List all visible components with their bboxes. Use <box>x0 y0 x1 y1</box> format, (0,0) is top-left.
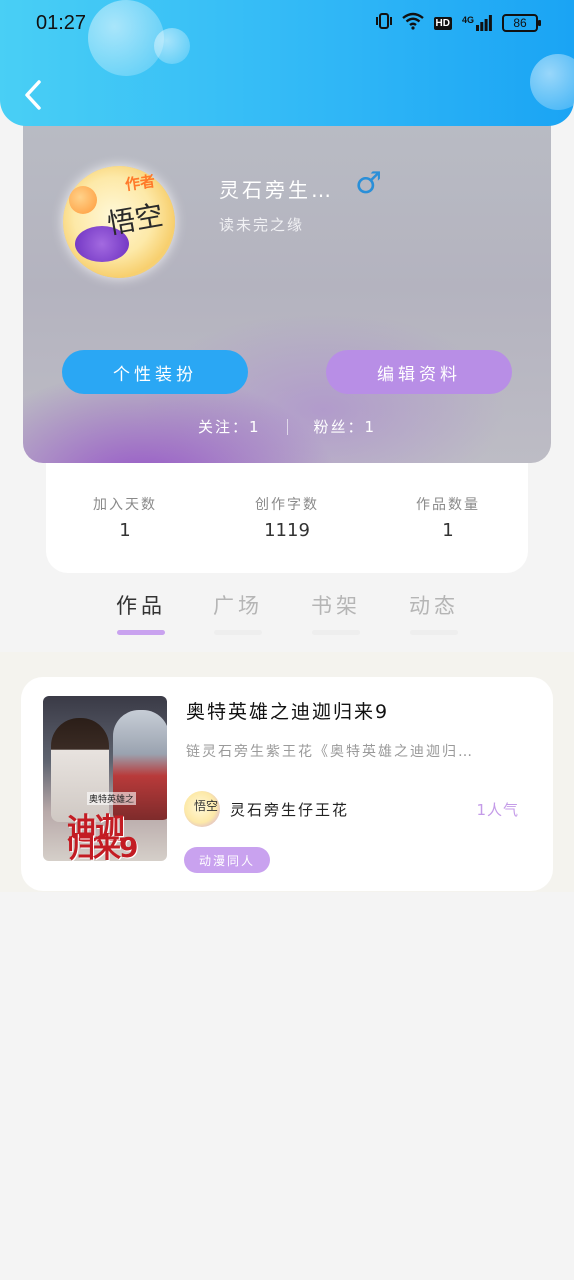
followers-count[interactable]: 粉丝：1 <box>314 416 377 437</box>
stat-value: 1119 <box>264 520 310 541</box>
stat-join-days: 加入天数 1 <box>50 494 200 541</box>
avatar-text: 悟空 <box>104 198 166 241</box>
stat-value: 1 <box>442 520 454 541</box>
stat-word-count: 创作字数 1119 <box>212 494 362 541</box>
author-avatar[interactable]: 悟空 <box>184 791 220 827</box>
author-badge: 作者 <box>123 171 157 194</box>
author-name[interactable]: 灵石旁生仔王花 <box>230 799 349 820</box>
tab-indicator <box>410 630 458 635</box>
status-time: 01:27 <box>36 12 87 34</box>
wifi-icon <box>401 12 424 34</box>
signal-icon: 4G <box>462 15 492 31</box>
popularity: 1人气 <box>476 801 519 819</box>
stat-label: 创作字数 <box>255 497 319 513</box>
work-title[interactable]: 奥特英雄之迪迦归来9 <box>186 697 389 724</box>
status-icons: HD 4G 86 <box>375 12 541 34</box>
following-count[interactable]: 关注：1 <box>198 416 261 437</box>
cover-title-line: 归来9 <box>67 831 138 861</box>
decorative-bubble <box>154 28 190 64</box>
tab-indicator <box>214 630 262 635</box>
follow-stats: 关注：1 粉丝：1 <box>23 416 551 437</box>
chevron-left-icon <box>25 80 41 110</box>
avatar[interactable]: 作者 悟空 <box>63 166 175 278</box>
back-button[interactable] <box>18 78 48 112</box>
stats-card: 加入天数 1 创作字数 1119 作品数量 1 <box>46 450 528 573</box>
personal-dress-up-button[interactable]: 个性装扮 <box>62 350 248 394</box>
vibrate-icon <box>375 12 392 34</box>
stat-works-count: 作品数量 1 <box>373 494 523 541</box>
stat-value: 1 <box>119 520 131 541</box>
male-gender-icon: ♂ <box>355 166 382 201</box>
tab-indicator-active <box>117 630 165 635</box>
hd-badge: HD <box>433 16 452 30</box>
tab-square[interactable]: 广场 <box>210 590 266 620</box>
work-card[interactable]: 奥特英雄之 迪迦 归来9 奥特英雄之迪迦归来9 链灵石旁生紫王花《奥特英雄之迪迦… <box>21 677 553 891</box>
book-cover[interactable]: 奥特英雄之 迪迦 归来9 <box>43 696 167 861</box>
battery-icon: 86 <box>502 14 541 32</box>
profile-card: 作者 悟空 灵石旁生… ♂ 读未完之缘 个性装扮 编辑资料 关注：1 粉丝：1 <box>23 110 551 463</box>
tab-bookshelf[interactable]: 书架 <box>308 590 364 620</box>
decorative-bubble <box>88 0 164 76</box>
work-description: 链灵石旁生紫王花《奥特英雄之迪迦归… <box>186 744 474 760</box>
stat-label: 加入天数 <box>93 497 157 513</box>
divider <box>286 418 288 435</box>
signature: 读未完之缘 <box>219 216 305 234</box>
stat-label: 作品数量 <box>416 497 480 513</box>
tab-indicator <box>312 630 360 635</box>
top-header: 01:27 HD 4G 86 <box>0 0 574 126</box>
tab-moments[interactable]: 动态 <box>406 590 462 620</box>
nickname: 灵石旁生… <box>219 178 334 202</box>
tab-works[interactable]: 作品 <box>113 590 169 620</box>
decorative-bubble <box>530 54 574 110</box>
genre-tag[interactable]: 动漫同人 <box>184 847 270 873</box>
author-avatar-text: 悟空 <box>194 799 219 813</box>
avatar-decoration <box>69 186 97 214</box>
network-label: 4G <box>461 15 474 25</box>
edit-profile-button[interactable]: 编辑资料 <box>326 350 512 394</box>
tab-bar: 作品 广场 书架 动态 <box>0 588 574 648</box>
battery-level: 86 <box>513 16 527 30</box>
